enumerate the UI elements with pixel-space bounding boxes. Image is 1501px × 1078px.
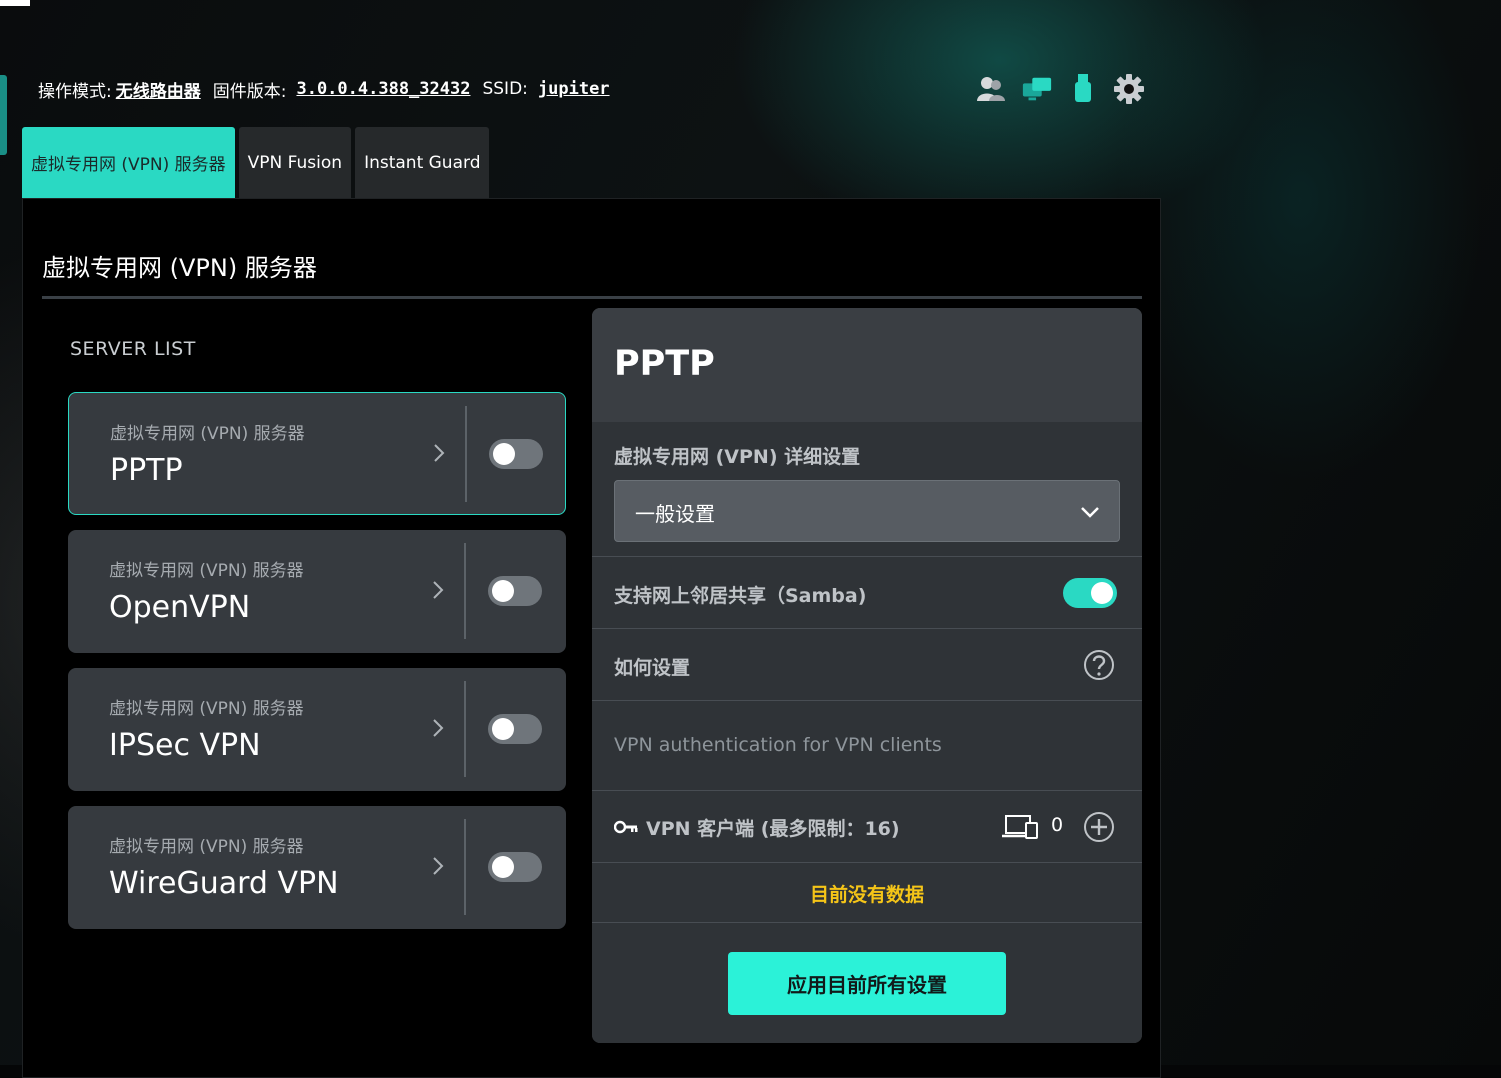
usb-icon[interactable] bbox=[1067, 73, 1099, 105]
server-name: IPSec VPN bbox=[109, 728, 261, 763]
row-divider bbox=[592, 790, 1142, 791]
row-divider bbox=[592, 556, 1142, 557]
firmware-label: 固件版本: bbox=[212, 81, 287, 102]
ssid-value-link[interactable]: jupiter bbox=[538, 79, 610, 99]
tab-label: Instant Guard bbox=[364, 152, 481, 173]
chevron-right-icon bbox=[433, 719, 444, 737]
server-list-label: SERVER LIST bbox=[70, 338, 196, 360]
toggle-knob bbox=[492, 718, 514, 740]
client-count: 0 bbox=[1051, 814, 1064, 836]
pptp-detail-card: PPTP 虚拟专用网 (VPN) 详细设置 一般设置 支持网上邻居共享（Samb… bbox=[592, 308, 1142, 1043]
settings-gear-icon[interactable] bbox=[1113, 73, 1145, 105]
top-icon-group bbox=[975, 73, 1145, 105]
tab-vpn-server[interactable]: 虚拟专用网 (VPN) 服务器 bbox=[22, 127, 235, 198]
firmware-value-link[interactable]: 3.0.0.4.388_32432 bbox=[296, 79, 470, 99]
apply-settings-button[interactable]: 应用目前所有设置 bbox=[728, 952, 1006, 1015]
row-divider bbox=[592, 700, 1142, 701]
wireguard-enable-toggle[interactable] bbox=[488, 852, 542, 882]
openvpn-enable-toggle[interactable] bbox=[488, 576, 542, 606]
ssid-label: SSID: bbox=[482, 79, 528, 99]
tab-bar: 虚拟专用网 (VPN) 服务器 VPN Fusion Instant Guard bbox=[22, 127, 490, 198]
samba-toggle[interactable] bbox=[1063, 578, 1117, 608]
tab-vpn-fusion[interactable]: VPN Fusion bbox=[238, 127, 352, 198]
key-icon bbox=[614, 820, 638, 834]
server-name: PPTP bbox=[110, 453, 183, 488]
server-card-wireguard[interactable]: 虚拟专用网 (VPN) 服务器 WireGuard VPN bbox=[68, 806, 566, 929]
mode-label: 操作模式: bbox=[38, 81, 112, 102]
server-card-openvpn[interactable]: 虚拟专用网 (VPN) 服务器 OpenVPN bbox=[68, 530, 566, 653]
vpn-settings-label: 虚拟专用网 (VPN) 详细设置 bbox=[614, 446, 861, 468]
vpn-clients-label: VPN 客户端 (最多限制：16) bbox=[646, 818, 900, 840]
settings-mode-select[interactable]: 一般设置 bbox=[614, 480, 1120, 542]
no-data-message: 目前没有数据 bbox=[809, 884, 924, 906]
ipsec-enable-toggle[interactable] bbox=[488, 714, 542, 744]
toggle-knob bbox=[1091, 582, 1113, 604]
pptp-enable-toggle[interactable] bbox=[489, 439, 543, 469]
row-divider bbox=[592, 862, 1142, 863]
server-card-ipsec[interactable]: 虚拟专用网 (VPN) 服务器 IPSec VPN bbox=[68, 668, 566, 791]
devices-icon bbox=[1002, 815, 1038, 839]
row-divider bbox=[592, 628, 1142, 629]
server-name: WireGuard VPN bbox=[109, 866, 339, 901]
server-name: OpenVPN bbox=[109, 590, 251, 625]
card-divider bbox=[465, 406, 467, 502]
chevron-right-icon bbox=[433, 581, 444, 599]
help-question-icon[interactable] bbox=[1083, 649, 1115, 681]
chevron-down-icon bbox=[1081, 507, 1099, 518]
tab-label: VPN Fusion bbox=[247, 152, 343, 173]
users-icon[interactable] bbox=[975, 73, 1007, 105]
card-divider bbox=[464, 819, 466, 915]
corner-mark bbox=[0, 0, 30, 6]
status-bar: 操作模式: 无线路由器 固件版本: 3.0.0.4.388_32432 SSID… bbox=[38, 76, 622, 102]
card-divider bbox=[464, 681, 466, 777]
chevron-right-icon bbox=[433, 857, 444, 875]
server-subtitle: 虚拟专用网 (VPN) 服务器 bbox=[109, 561, 304, 581]
row-divider bbox=[592, 922, 1142, 923]
chevron-right-icon bbox=[434, 444, 445, 462]
page-title: 虚拟专用网 (VPN) 服务器 bbox=[42, 254, 317, 282]
server-subtitle: 虚拟专用网 (VPN) 服务器 bbox=[109, 837, 304, 857]
select-value: 一般设置 bbox=[635, 502, 715, 526]
auth-description: VPN authentication for VPN clients bbox=[614, 734, 942, 756]
toggle-knob bbox=[493, 443, 515, 465]
toggle-knob bbox=[492, 856, 514, 878]
mode-value-link[interactable]: 无线路由器 bbox=[116, 77, 201, 102]
samba-label: 支持网上邻居共享（Samba) bbox=[614, 585, 867, 607]
tab-label: 虚拟专用网 (VPN) 服务器 bbox=[31, 155, 226, 175]
title-divider bbox=[42, 296, 1142, 299]
server-subtitle: 虚拟专用网 (VPN) 服务器 bbox=[110, 424, 305, 444]
side-menu-edge[interactable] bbox=[0, 75, 7, 155]
tab-instant-guard[interactable]: Instant Guard bbox=[355, 127, 490, 198]
howto-label: 如何设置 bbox=[614, 657, 691, 679]
server-card-pptp[interactable]: 虚拟专用网 (VPN) 服务器 PPTP bbox=[68, 392, 566, 515]
detail-title: PPTP bbox=[614, 344, 715, 384]
network-monitor-icon[interactable] bbox=[1021, 73, 1053, 105]
toggle-knob bbox=[492, 580, 514, 602]
server-subtitle: 虚拟专用网 (VPN) 服务器 bbox=[109, 699, 304, 719]
add-client-icon[interactable] bbox=[1083, 811, 1115, 843]
card-divider bbox=[464, 543, 466, 639]
